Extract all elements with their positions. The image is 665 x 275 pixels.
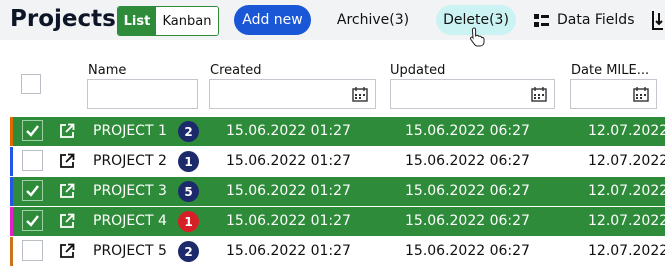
row-checkbox[interactable] <box>22 150 43 171</box>
checkmark-icon <box>26 125 39 137</box>
column-header-date-milestone[interactable]: Date MILE... <box>571 63 649 78</box>
view-switcher: List Kanban <box>117 6 219 36</box>
count-badge: 1 <box>178 211 199 232</box>
date-milestone-cell: 12.07.2022 <box>588 213 665 229</box>
updated-cell: 15.06.2022 06:27 <box>405 213 530 229</box>
status-color-stripe <box>10 147 13 176</box>
status-color-stripe <box>10 117 13 146</box>
created-cell: 15.06.2022 01:27 <box>226 153 351 169</box>
filter-updated-input[interactable] <box>390 79 555 109</box>
updated-cell: 15.06.2022 06:27 <box>405 183 530 199</box>
count-badge: 5 <box>178 181 199 202</box>
project-name-link[interactable]: PROJECT 4 <box>93 213 167 229</box>
status-color-stripe <box>10 177 13 206</box>
updated-cell: 15.06.2022 06:27 <box>405 123 530 139</box>
select-all-checkbox[interactable] <box>21 74 41 94</box>
date-milestone-cell: 12.07.2022 <box>588 243 665 259</box>
date-milestone-cell: 12.07.2022 <box>588 123 665 139</box>
count-badge: 1 <box>178 151 199 172</box>
calendar-icon[interactable] <box>352 87 368 102</box>
created-cell: 15.06.2022 01:27 <box>226 123 351 139</box>
toolbar: Projects List Kanban Add new Archive(3) … <box>0 0 665 40</box>
open-in-new-icon[interactable] <box>59 153 75 169</box>
calendar-icon[interactable] <box>531 87 547 102</box>
column-header-created[interactable]: Created <box>210 63 261 78</box>
view-kanban-button[interactable]: Kanban <box>156 7 218 35</box>
row-checkbox[interactable] <box>22 120 43 141</box>
row-checkbox[interactable] <box>22 210 43 231</box>
created-cell: 15.06.2022 01:27 <box>226 243 351 259</box>
open-in-new-icon[interactable] <box>59 183 75 199</box>
row-checkbox[interactable] <box>22 180 43 201</box>
updated-cell: 15.06.2022 06:27 <box>405 153 530 169</box>
count-badge: 2 <box>178 241 199 262</box>
checkmark-icon <box>26 185 39 197</box>
checkmark-icon <box>26 215 39 227</box>
filter-name-input[interactable] <box>87 79 198 109</box>
filter-created-input[interactable] <box>209 79 376 109</box>
column-header-name[interactable]: Name <box>88 63 126 78</box>
project-name-link[interactable]: PROJECT 3 <box>93 183 167 199</box>
created-cell: 15.06.2022 01:27 <box>226 213 351 229</box>
date-milestone-cell: 12.07.2022 <box>588 153 665 169</box>
open-in-new-icon[interactable] <box>59 213 75 229</box>
page-title: Projects <box>10 6 116 32</box>
project-name-link[interactable]: PROJECT 2 <box>93 153 167 169</box>
open-in-new-icon[interactable] <box>59 243 75 259</box>
data-fields-button[interactable]: Data Fields <box>533 5 635 35</box>
table-row[interactable]: PROJECT 2 1 15.06.2022 01:27 15.06.2022 06:… <box>10 147 665 176</box>
calendar-icon[interactable] <box>633 87 649 102</box>
column-header-updated[interactable]: Updated <box>390 63 445 78</box>
view-list-button[interactable]: List <box>118 7 156 35</box>
filter-date-milestone-input[interactable] <box>570 79 657 109</box>
add-new-button[interactable]: Add new <box>234 5 311 35</box>
table-row[interactable]: PROJECT 4 1 15.06.2022 01:27 15.06.2022 06:… <box>10 207 665 236</box>
hand-cursor-icon <box>469 27 485 47</box>
table-row[interactable]: PROJECT 1 2 15.06.2022 01:27 15.06.2022 06:… <box>10 117 665 146</box>
data-fields-label: Data Fields <box>557 12 635 28</box>
status-color-stripe <box>10 207 13 236</box>
export-icon[interactable] <box>651 9 665 31</box>
project-name-link[interactable]: PROJECT 1 <box>93 123 167 139</box>
table-row[interactable]: PROJECT 5 2 15.06.2022 01:27 15.06.2022 06:… <box>10 237 665 266</box>
count-badge: 2 <box>178 121 199 142</box>
project-name-link[interactable]: PROJECT 5 <box>93 243 167 259</box>
status-color-stripe <box>10 237 13 266</box>
table-row[interactable]: PROJECT 3 5 15.06.2022 01:27 15.06.2022 06:… <box>10 177 665 206</box>
date-milestone-cell: 12.07.2022 <box>588 183 665 199</box>
archive-button[interactable]: Archive(3) <box>334 5 412 35</box>
created-cell: 15.06.2022 01:27 <box>226 183 351 199</box>
open-in-new-icon[interactable] <box>59 123 75 139</box>
data-fields-icon <box>534 13 549 27</box>
updated-cell: 15.06.2022 06:27 <box>405 243 530 259</box>
row-checkbox[interactable] <box>22 240 43 261</box>
